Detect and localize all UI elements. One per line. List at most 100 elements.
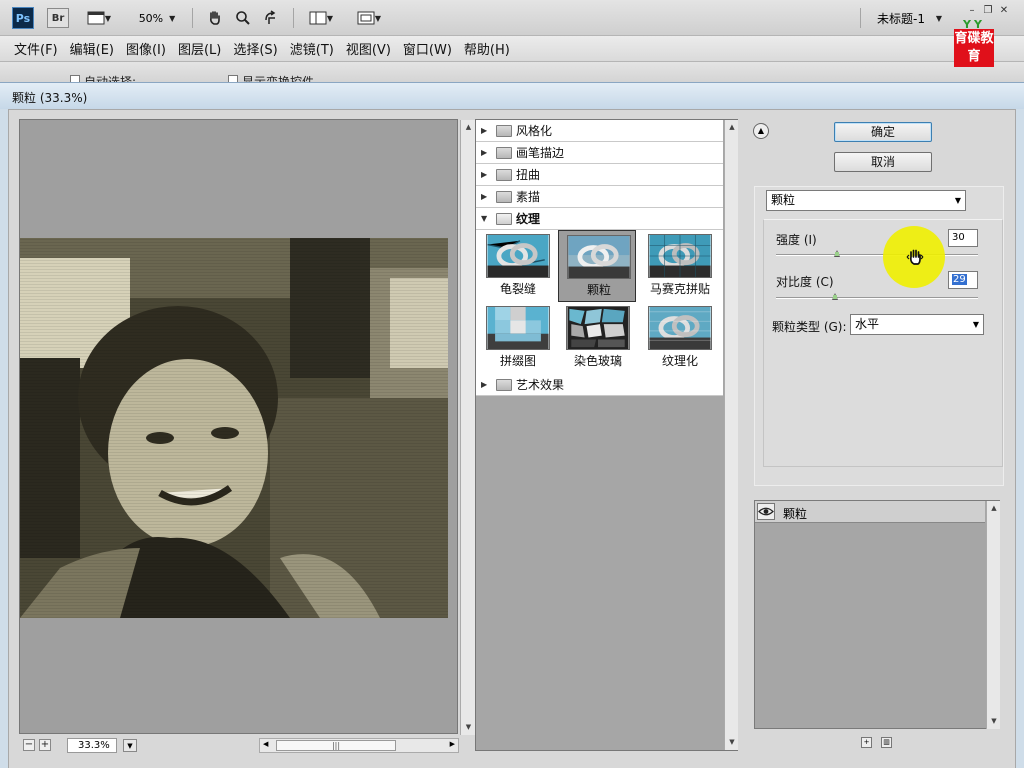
cancel-button[interactable]: 取消 <box>834 152 932 172</box>
brand-logo-text: 育碟教育 <box>954 29 994 67</box>
category-artistic[interactable]: ▶ 艺术效果 <box>476 374 723 396</box>
chevron-down-icon: ▼ <box>374 13 382 23</box>
menu-image[interactable]: 图像(I) <box>120 39 172 58</box>
grain-thumbnail <box>567 235 631 279</box>
category-stylize[interactable]: ▶ 风格化 <box>476 120 723 142</box>
options-bar: 自动选择: 显示变换控件 <box>0 62 1024 82</box>
menu-help[interactable]: 帮助(H) <box>458 39 516 58</box>
brand-logo-top: YY <box>963 18 985 31</box>
scroll-left-icon[interactable]: ◀ <box>263 740 268 748</box>
preview-horizontal-scrollbar[interactable]: ◀ ||| ▶ <box>259 738 459 753</box>
menu-window[interactable]: 窗口(W) <box>397 39 458 58</box>
dialog-title: 颗粒 (33.3%) <box>12 91 88 105</box>
ok-button[interactable]: 确定 <box>834 122 932 142</box>
zoom-out-button[interactable]: − <box>23 739 35 751</box>
scroll-down-icon[interactable]: ▼ <box>461 720 476 734</box>
eye-icon[interactable] <box>757 503 775 520</box>
scrubby-hand-cursor-icon <box>906 249 924 265</box>
filter-thumb-mosaic-tiles[interactable]: 马赛克拼贴 <box>640 230 718 302</box>
filter-label: 颗粒 <box>586 283 611 297</box>
contrast-slider-knob[interactable] <box>831 293 838 300</box>
new-effect-layer-icon[interactable]: + <box>861 737 872 748</box>
filter-thumb-stained-glass[interactable]: 染色玻璃 <box>558 302 636 374</box>
chevron-down-icon: ▼ <box>326 13 334 23</box>
chevron-down-icon[interactable]: ▼ <box>123 739 137 752</box>
filter-thumb-grain[interactable]: 颗粒 <box>558 230 636 302</box>
expand-arrow-icon: ▶ <box>481 380 488 389</box>
collapse-arrow-icon: ▼ <box>481 214 488 223</box>
filter-label: 马赛克拼贴 <box>649 282 710 296</box>
minimize-icon[interactable]: – <box>966 6 978 16</box>
auto-select-checkbox[interactable] <box>70 75 80 82</box>
intensity-input[interactable]: 30 <box>948 229 978 247</box>
zoom-in-button[interactable]: + <box>39 739 51 751</box>
intensity-slider[interactable] <box>776 254 978 256</box>
filter-thumb-patchwork[interactable]: 拼缀图 <box>478 302 556 374</box>
chevron-down-icon: ▼ <box>954 196 961 205</box>
chevron-down-icon: ▼ <box>169 13 176 23</box>
filter-thumb-texturizer[interactable]: 纹理化 <box>640 302 718 374</box>
scroll-down-icon[interactable]: ▼ <box>987 714 1001 728</box>
hand-tool-button[interactable] <box>204 7 226 29</box>
restore-icon[interactable]: ❐ <box>982 6 994 16</box>
expand-arrow-icon: ▶ <box>481 170 488 179</box>
application-bar: Ps Br ▼ 50% ▼ ▼ ▼ 未标题-1 ▼ – ❐ ✕ <box>0 0 1024 36</box>
grain-type-select[interactable]: 水平 ▼ <box>850 314 984 335</box>
category-sketch[interactable]: ▶ 素描 <box>476 186 723 208</box>
preview-pane[interactable]: ▲ ▼ <box>19 119 475 735</box>
contrast-input-value: 29 <box>952 274 967 285</box>
scroll-up-icon[interactable]: ▲ <box>725 120 739 134</box>
trash-icon[interactable]: ▥ <box>881 737 892 748</box>
folder-icon <box>496 124 512 137</box>
zoom-tool-button[interactable] <box>232 7 254 29</box>
screen-view-button[interactable]: ▼ <box>352 7 386 29</box>
menu-filter[interactable]: 滤镜(T) <box>284 39 340 58</box>
open-folder-icon <box>496 212 512 225</box>
chevron-down-icon[interactable]: ▼ <box>934 7 944 29</box>
intensity-slider-knob[interactable] <box>833 250 840 257</box>
menu-file[interactable]: 文件(F) <box>8 39 64 58</box>
category-texture[interactable]: ▼ 纹理 <box>476 208 723 230</box>
category-brush-strokes[interactable]: ▶ 画笔描边 <box>476 142 723 164</box>
close-icon[interactable]: ✕ <box>998 6 1010 16</box>
effect-layers-panel: 颗粒 ▲ ▼ <box>754 500 1000 729</box>
grain-type-value: 水平 <box>855 317 880 331</box>
expand-arrow-icon: ▶ <box>481 148 488 157</box>
scroll-right-icon[interactable]: ▶ <box>450 740 455 748</box>
auto-select-label: 自动选择: <box>84 75 137 82</box>
zoom-tool-icon <box>236 11 250 25</box>
contrast-input[interactable]: 29 <box>948 271 978 289</box>
launch-bridge-button[interactable]: Br <box>47 8 69 28</box>
scrollbar-thumb[interactable]: ||| <box>276 740 396 751</box>
scroll-down-icon[interactable]: ▼ <box>725 735 739 749</box>
menu-layer[interactable]: 图层(L) <box>172 39 227 58</box>
preview-vertical-scrollbar[interactable]: ▲ ▼ <box>460 120 475 735</box>
effect-layer-row[interactable]: 颗粒 <box>755 501 985 523</box>
separator <box>293 8 294 28</box>
dialog-body: ▲ ▼ − + 33.3% ▼ ◀ ||| ▶ ▶ 风格化 ▶ 画笔描边 ▶ 扭… <box>8 109 1016 768</box>
category-distort[interactable]: ▶ 扭曲 <box>476 164 723 186</box>
scroll-up-icon[interactable]: ▲ <box>461 120 476 134</box>
menu-view[interactable]: 视图(V) <box>340 39 397 58</box>
show-transform-checkbox[interactable] <box>228 75 238 82</box>
contrast-slider[interactable] <box>776 297 978 299</box>
preview-zoom-field[interactable]: 33.3% <box>67 738 117 753</box>
arrange-documents-button[interactable]: ▼ <box>304 7 338 29</box>
screen-mode-icon <box>87 11 105 25</box>
layers-scrollbar[interactable]: ▲ ▼ <box>986 501 1000 729</box>
category-label: 艺术效果 <box>516 378 565 392</box>
scroll-up-icon[interactable]: ▲ <box>987 501 1001 515</box>
zoom-level-dropdown[interactable]: 50% ▼ <box>137 7 177 29</box>
filter-thumb-craquelure[interactable]: 龟裂缝 <box>478 230 556 302</box>
screen-mode-button[interactable]: ▼ <box>84 7 114 29</box>
craquelure-thumbnail <box>486 234 550 278</box>
category-label: 纹理 <box>516 212 541 226</box>
collapse-gallery-button[interactable]: ▲ <box>753 123 769 139</box>
menu-select[interactable]: 选择(S) <box>227 39 283 58</box>
filter-tree-scrollbar[interactable]: ▲ ▼ <box>724 120 738 750</box>
category-label: 风格化 <box>516 124 553 138</box>
rotate-view-button[interactable] <box>260 7 282 29</box>
category-label: 素描 <box>516 190 541 204</box>
filter-select[interactable]: 颗粒 ▼ <box>766 190 966 211</box>
menu-edit[interactable]: 编辑(E) <box>64 39 120 58</box>
